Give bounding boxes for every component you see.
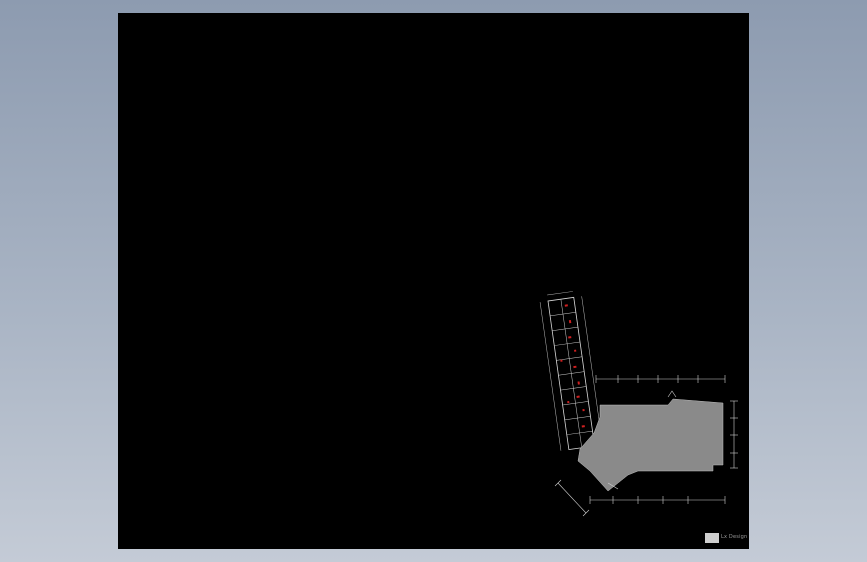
- south-building-mass: [577, 398, 724, 492]
- red-annotations: [560, 304, 585, 428]
- dimension-line-bottom: [589, 496, 726, 504]
- title-block-text: Lx Design: [721, 534, 748, 540]
- dimension-line-right: [730, 400, 738, 469]
- model-viewport[interactable]: Lx Design: [0, 0, 867, 562]
- drawing-sheet[interactable]: Lx Design: [118, 13, 749, 549]
- floor-plan-drawing: [539, 291, 738, 517]
- company-logo-icon: [705, 533, 719, 543]
- dimension-line-top: [595, 375, 726, 383]
- dimension-line-angled: [554, 479, 590, 517]
- title-block: Lx Design: [705, 531, 749, 545]
- north-wing: [539, 291, 603, 451]
